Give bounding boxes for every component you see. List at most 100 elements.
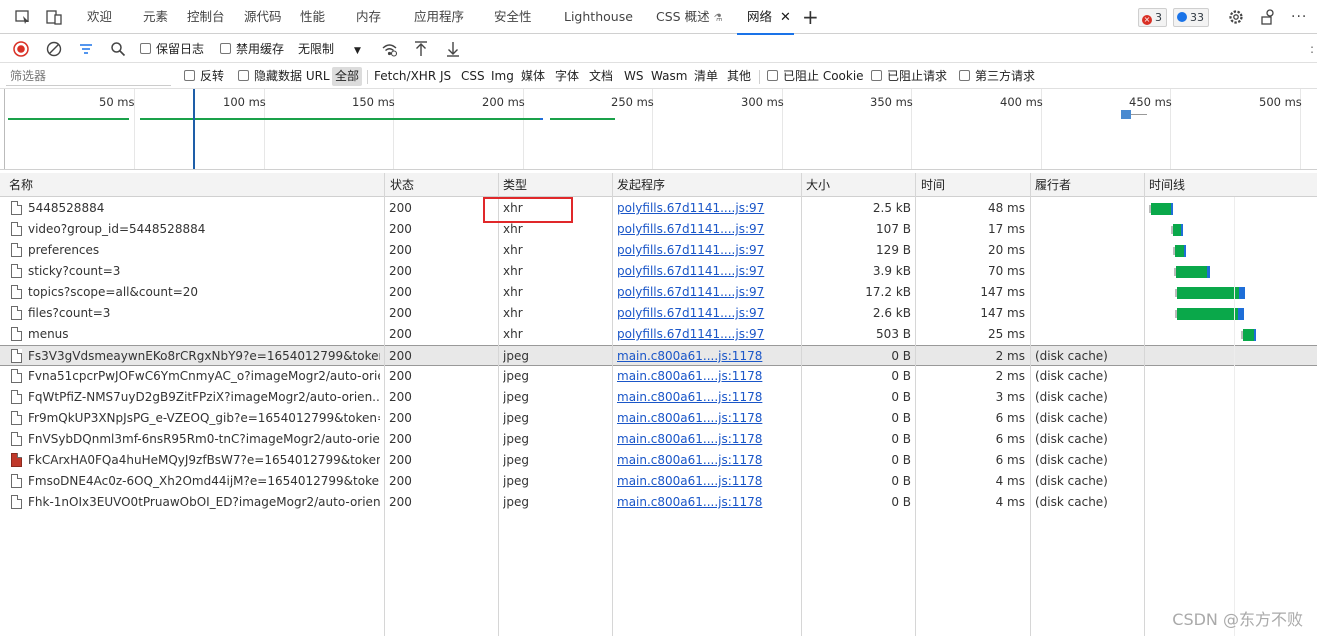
- request-name[interactable]: video?group_id=5448528884: [28, 219, 380, 240]
- request-initiator-link[interactable]: main.c800a61....js:1178: [617, 387, 797, 408]
- filter-type-css[interactable]: CSS: [461, 64, 485, 89]
- column-header-waterfall[interactable]: 时间线: [1149, 173, 1185, 197]
- request-name[interactable]: sticky?count=3: [28, 261, 380, 282]
- filter-type-fetch-xhr[interactable]: Fetch/XHR: [374, 64, 436, 89]
- overview-time-cursor[interactable]: [193, 89, 195, 169]
- column-header-size[interactable]: 大小: [806, 173, 830, 197]
- filter-icon[interactable]: [78, 41, 94, 57]
- settings-gear-icon[interactable]: [1227, 8, 1245, 26]
- request-initiator-link[interactable]: polyfills.67d1141....js:97: [617, 219, 797, 240]
- timeline-overview[interactable]: 50 ms 100 ms 150 ms 200 ms 250 ms 300 ms…: [0, 89, 1317, 170]
- filter-type-other[interactable]: 其他: [727, 64, 751, 89]
- table-row[interactable]: Fr9mQkUP3XNpJsPG_e-VZEOQ_gib?e=165401279…: [0, 408, 1317, 429]
- column-header-initiator[interactable]: 发起程序: [617, 173, 665, 197]
- request-initiator-link[interactable]: main.c800a61....js:1178: [617, 408, 797, 429]
- hide-data-urls-checkbox[interactable]: 隐藏数据 URL: [238, 64, 330, 89]
- table-row[interactable]: 5448528884 200 xhr polyfills.67d1141....js:…: [0, 198, 1317, 219]
- filter-type-img[interactable]: Img: [491, 64, 514, 89]
- request-initiator-link[interactable]: main.c800a61....js:1178: [617, 366, 797, 387]
- table-row[interactable]: Fhk-1nOIx3EUVO0tPruawObOI_ED?imageMogr2/…: [0, 492, 1317, 513]
- waterfall-bar[interactable]: [1173, 224, 1181, 236]
- request-initiator-link[interactable]: main.c800a61....js:1178: [617, 492, 797, 513]
- filter-type-all[interactable]: 全部: [332, 67, 363, 86]
- request-initiator-link[interactable]: polyfills.67d1141....js:97: [617, 198, 797, 219]
- tab-sources[interactable]: 源代码: [244, 0, 282, 34]
- tab-application[interactable]: 应用程序: [414, 0, 464, 34]
- waterfall-bar[interactable]: [1176, 266, 1207, 278]
- column-divider[interactable]: [915, 173, 916, 636]
- preserve-log-checkbox[interactable]: 保留日志: [140, 35, 204, 63]
- request-initiator-link[interactable]: main.c800a61....js:1178: [617, 429, 797, 450]
- invert-checkbox[interactable]: 反转: [184, 64, 224, 89]
- request-name[interactable]: preferences: [28, 240, 380, 261]
- table-row[interactable]: preferences 200 xhr polyfills.67d1141....js…: [0, 240, 1317, 261]
- customize-icon[interactable]: [1259, 8, 1277, 26]
- close-tab-icon[interactable]: ✕: [780, 10, 791, 25]
- column-divider[interactable]: [612, 173, 613, 636]
- table-row[interactable]: FqWtPfiZ-NMS7uyD2gB9ZitFPziX?imageMogr2/…: [0, 387, 1317, 408]
- tab-performance[interactable]: 性能: [300, 0, 325, 34]
- table-row[interactable]: FkCArxHA0FQa4huHeMQyJ9zfBsW7?e=165401279…: [0, 450, 1317, 471]
- column-divider[interactable]: [498, 173, 499, 636]
- request-name[interactable]: Fhk-1nOIx3EUVO0tPruawObOI_ED?imageMogr2/…: [28, 492, 380, 513]
- disable-cache-checkbox[interactable]: 禁用缓存: [220, 35, 284, 63]
- waterfall-bar[interactable]: [1177, 287, 1239, 299]
- tab-elements[interactable]: 元素: [143, 0, 168, 34]
- messages-badge[interactable]: 33: [1173, 8, 1209, 27]
- request-initiator-link[interactable]: polyfills.67d1141....js:97: [617, 303, 797, 324]
- errors-badge[interactable]: × 3: [1138, 8, 1167, 27]
- toolbar-overflow-icon[interactable]: :: [1310, 35, 1314, 63]
- device-emulation-icon[interactable]: [45, 8, 63, 26]
- request-name[interactable]: FnVSybDQnml3mf-6nsR95Rm0-tnC?imageMogr2/…: [28, 429, 380, 450]
- table-row[interactable]: topics?scope=all&count=20 200 xhr polyfills…: [0, 282, 1317, 303]
- blocked-cookies-checkbox[interactable]: 已阻止 Cookie: [767, 64, 864, 89]
- request-initiator-link[interactable]: polyfills.67d1141....js:97: [617, 282, 797, 303]
- waterfall-bar[interactable]: [1151, 203, 1171, 215]
- blocked-requests-checkbox[interactable]: 已阻止请求: [871, 64, 947, 89]
- third-party-checkbox[interactable]: 第三方请求: [959, 64, 1035, 89]
- column-divider[interactable]: [801, 173, 802, 636]
- table-row[interactable]: menus 200 xhr polyfills.67d1141....js:97 503…: [0, 324, 1317, 345]
- column-divider[interactable]: [1030, 173, 1031, 636]
- column-header-type[interactable]: 类型: [503, 173, 527, 197]
- table-row[interactable]: Fs3V3gVdsmeaywnEKo8rCRgxNbY9?e=165401279…: [0, 345, 1317, 366]
- table-row[interactable]: FmsoDNE4Ac0z-6OQ_Xh2Omd44ijM?e=165401279…: [0, 471, 1317, 492]
- tab-lighthouse[interactable]: Lighthouse: [564, 0, 633, 34]
- filter-type-wasm[interactable]: Wasm: [651, 64, 687, 89]
- waterfall-bar[interactable]: [1175, 245, 1184, 257]
- waterfall-bar[interactable]: [1243, 329, 1254, 341]
- table-row[interactable]: FnVSybDQnml3mf-6nsR95Rm0-tnC?imageMogr2/…: [0, 429, 1317, 450]
- table-row[interactable]: Fvna51cpcrPwJOFwC6YmCnmyAC_o?imageMogr2/…: [0, 366, 1317, 387]
- request-initiator-link[interactable]: polyfills.67d1141....js:97: [617, 324, 797, 345]
- request-name[interactable]: FkCArxHA0FQa4huHeMQyJ9zfBsW7?e=165401279…: [28, 450, 380, 471]
- tab-network[interactable]: 网络 ✕: [737, 0, 794, 35]
- request-name[interactable]: FqWtPfiZ-NMS7uyD2gB9ZitFPziX?imageMogr2/…: [28, 387, 380, 408]
- request-name[interactable]: FmsoDNE4Ac0z-6OQ_Xh2Omd44ijM?e=165401279…: [28, 471, 380, 492]
- tab-css-overview[interactable]: CSS 概述 ⚗: [656, 0, 723, 34]
- request-initiator-link[interactable]: polyfills.67d1141....js:97: [617, 261, 797, 282]
- request-name[interactable]: 5448528884: [28, 198, 380, 219]
- filter-type-manifest[interactable]: 清单: [694, 64, 718, 89]
- throttling-select[interactable]: 无限制 ▼: [298, 35, 361, 63]
- column-header-fulfilled-by[interactable]: 履行者: [1035, 173, 1071, 197]
- waterfall-bar[interactable]: [1177, 308, 1238, 320]
- request-name[interactable]: Fr9mQkUP3XNpJsPG_e-VZEOQ_gib?e=165401279…: [28, 408, 380, 429]
- request-initiator-link[interactable]: main.c800a61....js:1178: [617, 471, 797, 492]
- request-name[interactable]: files?count=3: [28, 303, 380, 324]
- filter-type-media[interactable]: 媒体: [521, 64, 545, 89]
- tab-welcome[interactable]: 欢迎: [87, 0, 112, 34]
- request-initiator-link[interactable]: main.c800a61....js:1178: [617, 450, 797, 471]
- network-conditions-icon[interactable]: [381, 41, 398, 57]
- tab-memory[interactable]: 内存: [356, 0, 381, 34]
- column-divider[interactable]: [384, 173, 385, 636]
- request-initiator-link[interactable]: main.c800a61....js:1178: [617, 346, 797, 367]
- request-name[interactable]: Fs3V3gVdsmeaywnEKo8rCRgxNbY9?e=165401279…: [28, 346, 380, 367]
- clear-icon[interactable]: [46, 41, 62, 57]
- record-stop-icon[interactable]: [13, 41, 29, 57]
- request-name[interactable]: menus: [28, 324, 380, 345]
- add-tab-icon[interactable]: +: [802, 0, 819, 34]
- request-name[interactable]: topics?scope=all&count=20: [28, 282, 380, 303]
- column-header-name[interactable]: 名称: [9, 173, 33, 197]
- more-options-icon[interactable]: ···: [1291, 0, 1307, 34]
- column-header-time[interactable]: 时间: [921, 173, 945, 197]
